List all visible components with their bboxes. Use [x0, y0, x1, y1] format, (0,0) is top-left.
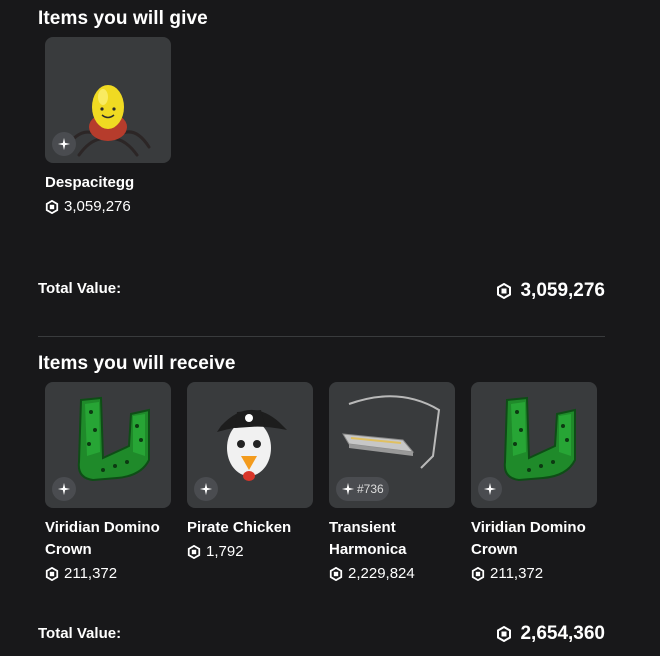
section-divider: [38, 336, 605, 337]
robux-icon: [329, 567, 343, 581]
give-items-list: Despacitegg 3,059,276: [45, 37, 171, 215]
item-thumbnail[interactable]: [187, 382, 313, 508]
item-price: 2,229,824: [329, 565, 455, 582]
item-price: 211,372: [471, 565, 597, 582]
item-price: 1,792: [187, 543, 313, 560]
receive-total-amount: 2,654,360: [520, 623, 605, 644]
item-price-value: 2,229,824: [348, 565, 415, 582]
item-name[interactable]: Viridian Domino Crown: [471, 517, 597, 561]
robux-icon: [45, 567, 59, 581]
serial-number: #736: [357, 482, 384, 496]
give-total-value: 3,059,276: [496, 280, 605, 302]
receive-total-value: 2,654,360: [496, 623, 605, 645]
receive-total-label: Total Value:: [38, 625, 122, 642]
robux-icon: [496, 283, 512, 299]
limited-badge: #736: [336, 477, 389, 501]
item-price-value: 1,792: [206, 543, 244, 560]
limited-sparkle-icon: [341, 482, 355, 496]
limited-sparkle-icon: [57, 482, 71, 496]
item-price: 211,372: [45, 565, 171, 582]
limited-sparkle-icon: [57, 137, 71, 151]
give-section-title: Items you will give: [38, 8, 208, 29]
limited-badge: [194, 477, 218, 501]
robux-icon: [496, 626, 512, 642]
item-card-viridian-domino-crown[interactable]: Viridian Domino Crown 211,372: [45, 382, 171, 582]
receive-section-title: Items you will receive: [38, 353, 236, 374]
robux-icon: [187, 545, 201, 559]
give-total-amount: 3,059,276: [520, 280, 605, 301]
limited-sparkle-icon: [483, 482, 497, 496]
item-card-despacitegg[interactable]: Despacitegg 3,059,276: [45, 37, 171, 215]
item-thumbnail[interactable]: [471, 382, 597, 508]
item-name[interactable]: Transient Harmonica: [329, 517, 455, 561]
item-name[interactable]: Despacitegg: [45, 172, 171, 194]
robux-icon: [471, 567, 485, 581]
item-price-value: 3,059,276: [64, 198, 131, 215]
item-price-value: 211,372: [490, 565, 544, 582]
item-price: 3,059,276: [45, 198, 171, 215]
limited-badge: [52, 477, 76, 501]
item-thumbnail[interactable]: #736: [329, 382, 455, 508]
item-price-value: 211,372: [64, 565, 118, 582]
item-card-viridian-domino-crown[interactable]: Viridian Domino Crown 211,372: [471, 382, 597, 582]
item-card-pirate-chicken[interactable]: Pirate Chicken 1,792: [187, 382, 313, 582]
item-thumbnail[interactable]: [45, 382, 171, 508]
give-total-label: Total Value:: [38, 280, 122, 297]
item-thumbnail[interactable]: [45, 37, 171, 163]
limited-badge: [478, 477, 502, 501]
receive-items-list: Viridian Domino Crown 211,372 Pirate Chi…: [45, 382, 597, 582]
item-name[interactable]: Viridian Domino Crown: [45, 517, 171, 561]
robux-icon: [45, 200, 59, 214]
limited-badge: [52, 132, 76, 156]
limited-sparkle-icon: [199, 482, 213, 496]
item-card-transient-harmonica[interactable]: #736 Transient Harmonica 2,229,824: [329, 382, 455, 582]
item-name[interactable]: Pirate Chicken: [187, 517, 313, 539]
